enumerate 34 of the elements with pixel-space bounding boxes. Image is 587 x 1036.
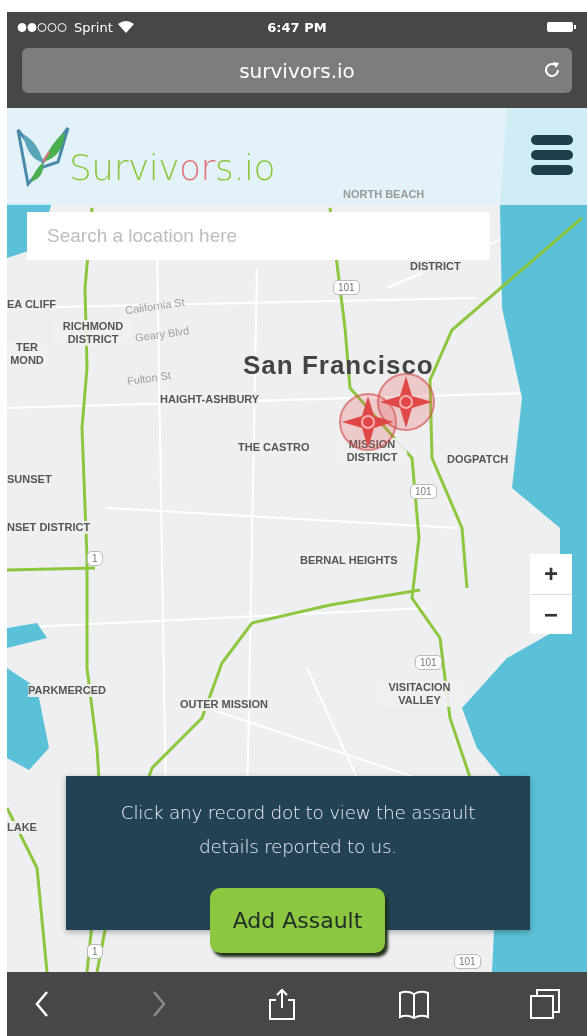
logo-wordmark: Survivors.io bbox=[69, 146, 276, 188]
url-text: survivors.io bbox=[239, 58, 355, 83]
highway-shield: 1 bbox=[87, 551, 103, 566]
record-marker-icon[interactable] bbox=[338, 392, 398, 452]
map-label: DISTRICT bbox=[410, 260, 461, 274]
street-label: Fulton St bbox=[126, 369, 172, 389]
search-field[interactable]: Search a location here bbox=[27, 212, 490, 260]
reload-icon[interactable] bbox=[542, 60, 562, 80]
map-label: PARKMERCED bbox=[28, 684, 107, 698]
map-label: HAIGHT-ASHBURY bbox=[160, 393, 260, 407]
highway-shield: 101 bbox=[333, 280, 360, 295]
map-label: EA CLIFF bbox=[7, 298, 57, 312]
highway-shield: 101 bbox=[410, 484, 437, 499]
zoom-out-button[interactable]: − bbox=[530, 594, 572, 634]
map-label: THE CASTRO bbox=[238, 441, 310, 455]
map-label: LAKE bbox=[7, 821, 37, 835]
highway-shield: 101 bbox=[454, 954, 481, 969]
map-label: OUTER MISSION bbox=[180, 698, 268, 712]
map-label: NORTH BEACH bbox=[343, 188, 425, 202]
map-label: NSET DISTRICT bbox=[7, 521, 91, 535]
highway-shield: 101 bbox=[415, 655, 442, 670]
street-label: California St bbox=[124, 295, 186, 318]
address-bar[interactable]: survivors.io bbox=[22, 48, 572, 93]
carrier-name: Sprint bbox=[74, 19, 113, 35]
battery-icon bbox=[547, 21, 577, 33]
info-message: Click any record dot to view the assault details reported to us. bbox=[119, 801, 477, 860]
record-marker-icon[interactable] bbox=[376, 372, 436, 432]
lake-water bbox=[7, 623, 47, 648]
wifi-icon bbox=[117, 21, 134, 33]
highway-shield: 1 bbox=[87, 944, 103, 959]
clock-time: 6:47 PM bbox=[267, 19, 327, 35]
add-assault-button[interactable]: Add Assault bbox=[210, 888, 385, 953]
signal-icon bbox=[17, 22, 69, 32]
street-label: Geary Blvd bbox=[134, 324, 191, 345]
